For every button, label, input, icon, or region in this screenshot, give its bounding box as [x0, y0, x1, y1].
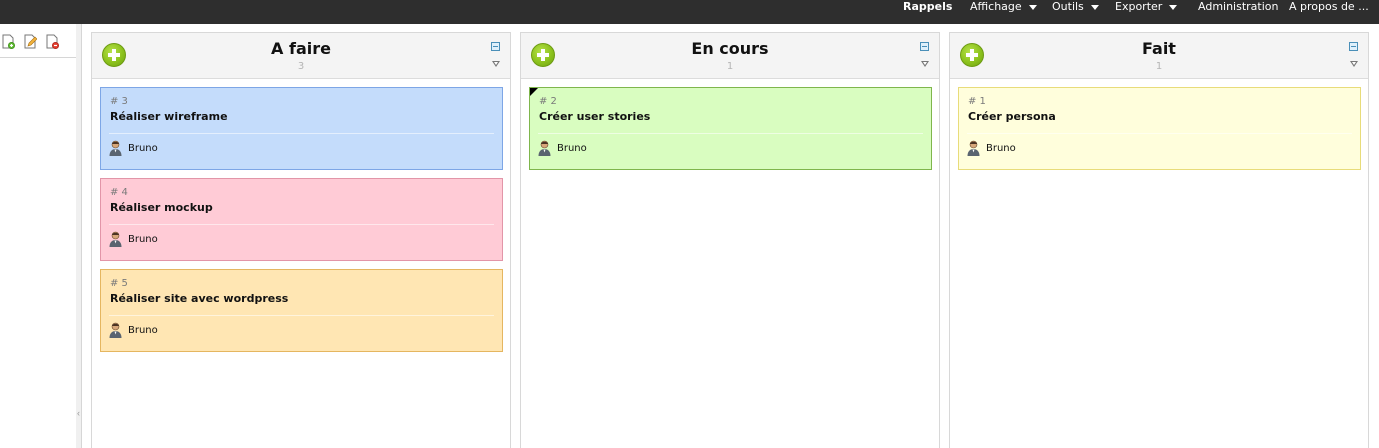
edit-document-icon[interactable]	[24, 34, 37, 49]
card-owner: Bruno	[128, 143, 158, 154]
column-title: A faire	[271, 39, 331, 58]
card[interactable]: # 3 Réaliser wireframe Bruno	[100, 87, 503, 170]
column-menu-icon[interactable]	[921, 61, 929, 67]
card-flag-icon	[530, 88, 538, 96]
menu-outils[interactable]: Outils	[1052, 0, 1099, 24]
minimize-icon[interactable]	[920, 42, 929, 51]
menu-affichage[interactable]: Affichage	[970, 0, 1037, 24]
card[interactable]: # 5 Réaliser site avec wordpress Bruno	[100, 269, 503, 352]
card-divider	[967, 133, 1352, 134]
collapse-arrow-icon[interactable]: ‹	[77, 406, 80, 420]
card-id: # 1	[968, 96, 986, 107]
menu-a-propos[interactable]: A propos de ...	[1289, 0, 1369, 24]
card-owner: Bruno	[128, 234, 158, 245]
left-toolbar	[0, 24, 76, 58]
card-id: # 2	[539, 96, 557, 107]
menu-label: Exporter	[1115, 0, 1163, 13]
left-panel	[0, 24, 77, 448]
delete-document-icon[interactable]	[46, 34, 59, 49]
user-avatar-icon	[109, 231, 122, 247]
card-title: Réaliser site avec wordpress	[110, 292, 289, 305]
column-count: 1	[1155, 61, 1163, 72]
card-owner: Bruno	[557, 143, 587, 154]
column-count: 3	[297, 61, 305, 72]
menu-label: A propos de ...	[1289, 0, 1369, 13]
card-divider	[109, 315, 494, 316]
column-en-cours: En cours 1 # 2 Créer user stories Bruno	[520, 32, 940, 448]
card-divider	[538, 133, 923, 134]
card-id: # 5	[110, 278, 128, 289]
column-header: Fait 1	[950, 33, 1368, 79]
menu-label: Outils	[1052, 0, 1084, 13]
menu-administration[interactable]: Administration	[1198, 0, 1279, 24]
card-owner: Bruno	[128, 325, 158, 336]
menu-rappels[interactable]: Rappels	[903, 0, 952, 24]
card-divider	[109, 224, 494, 225]
menu-exporter[interactable]: Exporter	[1115, 0, 1178, 24]
caret-down-icon	[1169, 5, 1178, 10]
card-title: Réaliser wireframe	[110, 110, 228, 123]
column-header: A faire 3	[92, 33, 510, 79]
minimize-icon[interactable]	[491, 42, 500, 51]
caret-down-icon	[1090, 5, 1099, 10]
column-menu-icon[interactable]	[1350, 61, 1358, 67]
card-id: # 4	[110, 187, 128, 198]
column-header: En cours 1	[521, 33, 939, 79]
column-menu-icon[interactable]	[492, 61, 500, 67]
menu-label: Affichage	[970, 0, 1022, 13]
column-title: Fait	[1142, 39, 1176, 58]
card[interactable]: # 1 Créer persona Bruno	[958, 87, 1361, 170]
card-title: Réaliser mockup	[110, 201, 213, 214]
column-a-faire: A faire 3 # 3 Réaliser wireframe Bruno #…	[91, 32, 511, 448]
caret-down-icon	[1028, 5, 1037, 10]
card-title: Créer persona	[968, 110, 1056, 123]
column-count: 1	[726, 61, 734, 72]
user-avatar-icon	[538, 140, 551, 156]
card-owner: Bruno	[986, 143, 1016, 154]
card-title: Créer user stories	[539, 110, 651, 123]
card-divider	[109, 133, 494, 134]
menu-label: Rappels	[903, 0, 953, 13]
card[interactable]: # 2 Créer user stories Bruno	[529, 87, 932, 170]
new-document-icon[interactable]	[2, 34, 15, 49]
panel-splitter[interactable]: ‹	[76, 24, 82, 448]
user-avatar-icon	[967, 140, 980, 156]
minimize-icon[interactable]	[1349, 42, 1358, 51]
card-id: # 3	[110, 96, 128, 107]
user-avatar-icon	[109, 322, 122, 338]
user-avatar-icon	[109, 140, 122, 156]
column-fait: Fait 1 # 1 Créer persona Bruno	[949, 32, 1369, 448]
top-menu-bar: Rappels Affichage Outils Exporter Admini…	[0, 0, 1379, 24]
column-title: En cours	[691, 39, 769, 58]
card[interactable]: # 4 Réaliser mockup Bruno	[100, 178, 503, 261]
menu-label: Administration	[1198, 0, 1279, 13]
